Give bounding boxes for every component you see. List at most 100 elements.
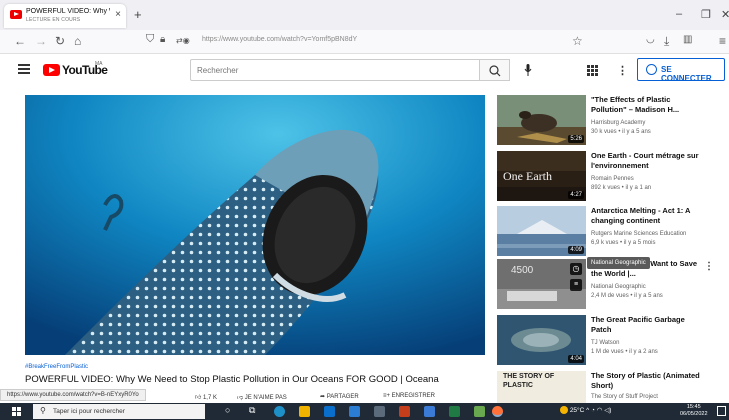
recommendation-item[interactable]: One Earth 4:27 One Earth - Court métrage… <box>497 151 722 201</box>
back-icon[interactable]: ← <box>14 34 26 48</box>
shield-icon[interactable]: ⛉ <box>146 33 154 46</box>
watch-later-icon[interactable]: ◷ <box>570 263 582 275</box>
forward-icon[interactable]: → <box>35 34 47 48</box>
close-window-icon[interactable]: ✕ <box>721 8 729 21</box>
thumbnail-text: One Earth <box>503 169 552 183</box>
dislike-button[interactable]: 👎︎ JE N'AIME PAS <box>237 393 287 401</box>
permissions-icon[interactable]: ⇄◉ <box>176 36 190 45</box>
tab-subtitle: LECTURE EN COURS <box>26 17 81 23</box>
bookmark-star-icon[interactable]: ☆ <box>572 34 583 48</box>
apps-grid-icon[interactable] <box>587 65 598 76</box>
video-player[interactable] <box>25 95 485 355</box>
powerpoint-icon[interactable] <box>399 406 410 417</box>
channel-name[interactable]: The Story of Stuff Project <box>591 394 658 400</box>
browser-tab-strip: POWERFUL VIDEO: Why We Ne LECTURE EN COU… <box>0 0 729 30</box>
app-icon[interactable] <box>374 406 385 417</box>
lock-icon[interactable]: 🔒︎ <box>160 34 165 45</box>
address-bar[interactable]: ⛉ 🔒︎ ⇄◉ https://www.youtube.com/watch?v=… <box>146 33 590 51</box>
firefox-icon[interactable] <box>492 406 503 417</box>
video-hashtag[interactable]: #BreakFreeFromPlastic <box>25 364 88 370</box>
channel-name[interactable]: Rutgers Marine Sciences Education <box>591 231 686 237</box>
windows-taskbar: ⚲ Taper ici pour rechercher ○ ⧉ 25°C ^ ◔… <box>0 403 729 420</box>
close-tab-icon[interactable]: × <box>115 9 121 20</box>
video-title: The Great Pacific Garbage Patch <box>591 315 685 334</box>
channel-name[interactable]: TJ Watson <box>591 340 619 346</box>
signin-button[interactable]: SE CONNECTER <box>637 58 725 83</box>
pocket-icon[interactable]: ◡ <box>646 34 655 45</box>
channel-name[interactable]: Harrisburg Academy <box>591 120 645 126</box>
search-icon: ⚲ <box>40 406 46 415</box>
video-duration: 4:04 <box>568 355 584 363</box>
clock[interactable]: 15:45 06/05/2022 <box>680 404 708 418</box>
more-options-icon[interactable]: ⋮ <box>704 261 714 272</box>
library-icon[interactable]: ▥ <box>683 34 692 45</box>
video-thumbnail[interactable]: 4:09 <box>497 206 586 256</box>
video-title: POWERFUL VIDEO: Why We Need to Stop Plas… <box>25 374 439 385</box>
new-tab-icon[interactable]: + <box>134 7 142 22</box>
mail-icon[interactable] <box>349 406 360 417</box>
taskbar-search[interactable]: ⚲ Taper ici pour rechercher <box>33 404 205 419</box>
channel-name[interactable]: National Geographic <box>591 284 646 290</box>
file-explorer-icon[interactable] <box>299 406 310 417</box>
recommendation-item[interactable]: 5:26 "The Effects of Plastic Pollution" … <box>497 95 722 145</box>
cortana-icon[interactable]: ○ <box>225 405 236 416</box>
weather-icon[interactable] <box>560 406 568 415</box>
microphone-icon[interactable] <box>524 64 532 76</box>
wifi-icon[interactable]: ◠ <box>597 407 603 414</box>
search-field[interactable] <box>190 59 480 81</box>
add-to-queue-icon[interactable]: ≡ <box>570 279 582 291</box>
like-count: 1,7 K <box>202 395 217 401</box>
video-meta: 2,4 M de vues • il y a 5 ans <box>591 293 663 299</box>
download-icon[interactable]: ⤓ <box>664 34 669 49</box>
video-thumbnail[interactable]: 5:26 <box>497 95 586 145</box>
search-button[interactable] <box>480 59 510 81</box>
reload-icon[interactable]: ↻ <box>55 34 65 48</box>
search-input[interactable] <box>191 60 479 81</box>
video-thumbnail[interactable]: 4:04 <box>497 315 586 365</box>
signin-label: SE CONNECTER <box>661 65 712 83</box>
video-meta: 892 k vues • il y a 1 an <box>591 185 652 191</box>
tab-title: POWERFUL VIDEO: Why We Ne <box>26 8 110 15</box>
system-tray: 25°C ^ ◔ ◠ ◁) <box>560 406 611 415</box>
home-icon[interactable]: ⌂ <box>74 34 81 48</box>
share-label: PARTAGER <box>326 394 359 400</box>
video-thumbnail[interactable]: THE STORY OF PLASTIC <box>497 371 586 403</box>
recommendation-item[interactable]: 4:09 Antarctica Melting - Act 1: A chang… <box>497 206 722 256</box>
video-title: The Story of Plastic (Animated Short) <box>591 371 700 390</box>
time: 15:45 <box>686 404 701 410</box>
word-icon[interactable] <box>424 406 435 417</box>
browser-tab[interactable]: POWERFUL VIDEO: Why We Ne LECTURE EN COU… <box>4 4 126 28</box>
share-button[interactable]: ➦ PARTAGER <box>320 393 359 400</box>
status-bar-url: https://www.youtube.com/watch?v=B-nEYxyR… <box>0 389 146 401</box>
youtube-logo-icon[interactable] <box>43 64 60 76</box>
windows-start-icon[interactable] <box>12 407 22 417</box>
hamburger-menu-icon[interactable] <box>18 64 30 74</box>
video-title: "The Effects of Plastic Pollution" – Mad… <box>591 95 680 114</box>
menu-icon[interactable]: ≡ <box>719 34 726 48</box>
country-code: MA <box>95 61 103 67</box>
video-thumbnail[interactable]: 4500 ◷ ≡ <box>497 259 586 309</box>
network-icon[interactable]: ◔ <box>591 407 595 414</box>
task-view-icon[interactable]: ⧉ <box>249 405 260 416</box>
recommendation-item[interactable]: THE STORY OF PLASTIC The Story of Plasti… <box>497 371 722 403</box>
settings-more-icon[interactable]: ⋮ <box>617 64 628 77</box>
channel-name[interactable]: Romain Pennes <box>591 176 634 182</box>
like-button[interactable]: 👍︎ 1,7 K <box>195 393 217 401</box>
excel-icon[interactable] <box>449 406 460 417</box>
volume-icon[interactable]: ◁) <box>604 407 611 414</box>
store-icon[interactable] <box>324 406 335 417</box>
restore-icon[interactable]: ❐ <box>701 8 711 21</box>
minimize-icon[interactable]: – <box>676 8 682 20</box>
date: 06/05/2022 <box>680 411 708 417</box>
video-duration: 4:27 <box>568 191 584 199</box>
search-icon <box>489 65 501 77</box>
channel-tooltip: National Geographic <box>587 257 650 269</box>
edge-icon[interactable] <box>274 406 285 417</box>
recommendation-item[interactable]: 4:04 The Great Pacific Garbage Patch TJ … <box>497 315 722 365</box>
app-icon[interactable] <box>474 406 485 417</box>
url-text[interactable]: https://www.youtube.com/watch?v=Yomf5pBN… <box>202 36 357 43</box>
video-thumbnail[interactable]: One Earth 4:27 <box>497 151 586 201</box>
video-title: One Earth - Court métrage sur l'environn… <box>591 151 699 170</box>
save-button[interactable]: ≡+ ENREGISTRER <box>383 393 435 399</box>
notifications-icon[interactable] <box>717 406 726 416</box>
